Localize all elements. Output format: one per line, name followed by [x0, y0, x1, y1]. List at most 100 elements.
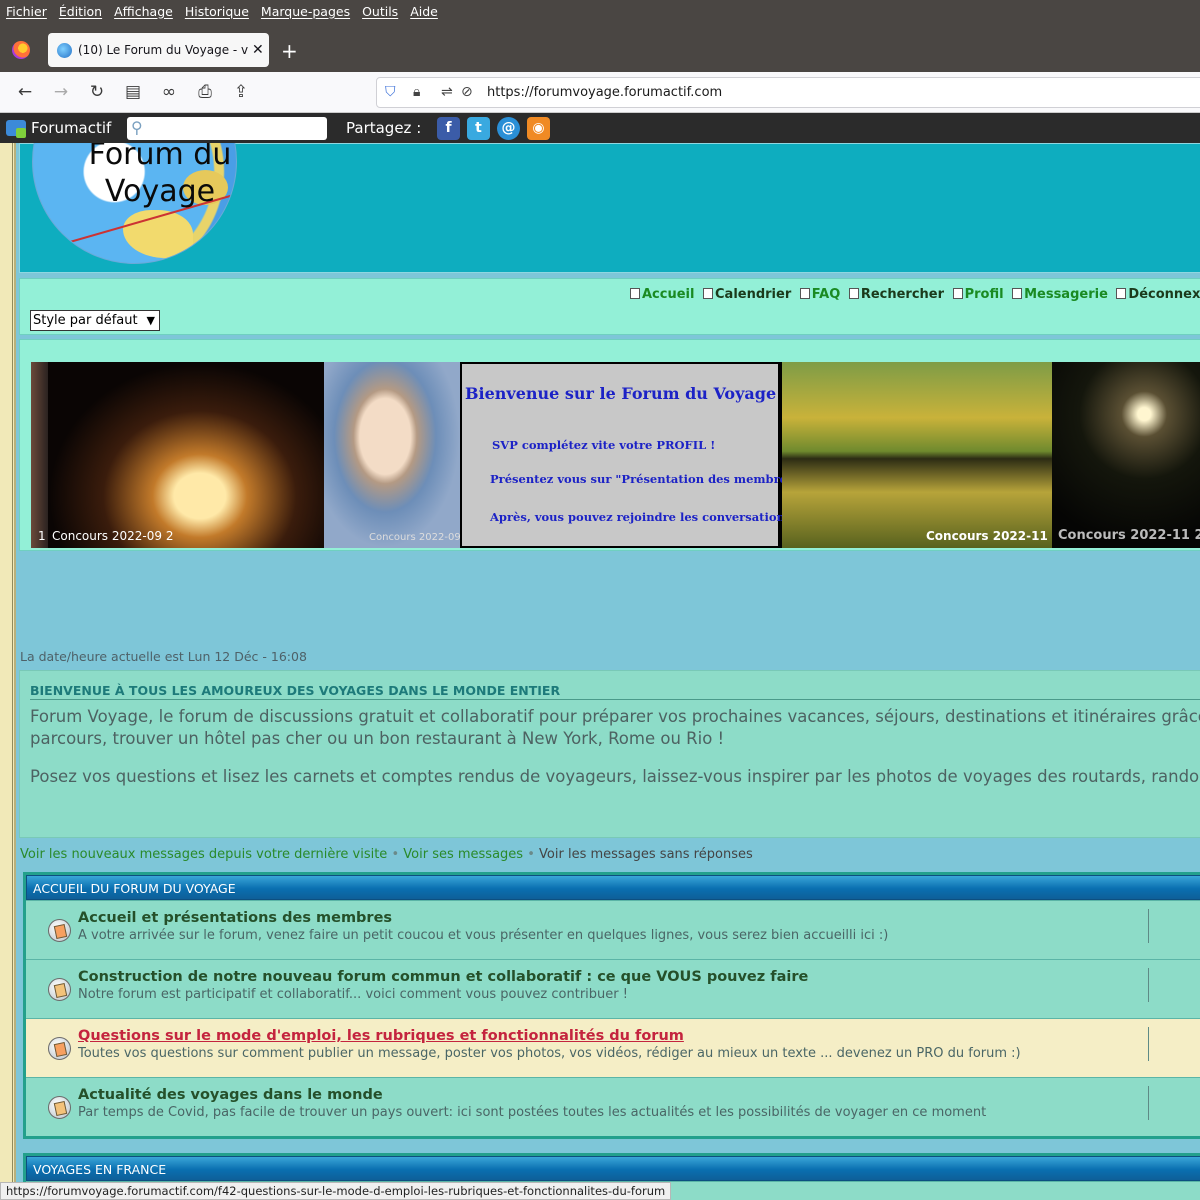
tab-strip: (10) Le Forum du Voyage - voyage ✕ +	[0, 22, 1200, 72]
site-title-line2: Voyage	[104, 174, 216, 209]
forward-arrow-icon[interactable]: →	[50, 81, 72, 103]
slide-photo: 1	[31, 362, 48, 548]
site-title[interactable]: Forum du Voyage	[75, 143, 245, 210]
forum-description: Notre forum est participatif et collabor…	[78, 987, 628, 1002]
column-divider	[1148, 968, 1149, 1002]
forum-row[interactable]: Construction de notre nouveau forum comm…	[26, 959, 1200, 1018]
new-tab-button[interactable]: +	[281, 39, 298, 63]
menu-edition[interactable]: Édition	[59, 4, 102, 19]
reload-icon[interactable]: ↻	[86, 81, 108, 103]
share-page-icon[interactable]: ⇪	[230, 81, 252, 103]
slide-caption: 1	[38, 529, 46, 543]
close-tab-icon[interactable]: ✕	[252, 42, 264, 58]
separator: •	[391, 847, 400, 862]
forum-title[interactable]: Construction de notre nouveau forum comm…	[78, 969, 808, 985]
share-label: Partagez :	[346, 119, 422, 137]
intro-heading: BIENVENUE À TOUS LES AMOUREUX DES VOYAGE…	[30, 683, 1200, 700]
email-icon[interactable]: @	[497, 117, 520, 140]
nav-faq[interactable]: FAQ	[799, 287, 840, 302]
forumactif-brand[interactable]: Forumactif	[31, 119, 111, 137]
status-bar-url: https://forumvoyage.forumactif.com/f42-q…	[0, 1182, 672, 1200]
url-text[interactable]: https://forumvoyage.forumactif.com	[487, 85, 722, 100]
menu-affichage[interactable]: Affichage	[114, 4, 173, 19]
quick-links: Voir les nouveaux messages depuis votre …	[20, 847, 753, 862]
left-border-stripe	[0, 143, 16, 1200]
intro-paragraph-line: Posez vos questions et lisez les carnets…	[30, 767, 1200, 786]
blocked-icon[interactable]: ⊘	[461, 84, 473, 100]
permissions-icon[interactable]: ⇌	[441, 84, 453, 100]
twitter-icon[interactable]: t	[467, 117, 490, 140]
forum-row[interactable]: Accueil et présentations des membres A v…	[26, 900, 1200, 959]
style-select[interactable]: Style par défaut ▼	[30, 310, 160, 331]
forum-title[interactable]: Actualité des voyages dans le monde	[78, 1087, 383, 1103]
tab-title: (10) Le Forum du Voyage - voyage	[78, 43, 248, 57]
slide-caption: Concours 2022-09 2	[52, 529, 174, 543]
forum-page: Forum du Voyage Accueil Calendrier FAQ R…	[0, 143, 1200, 1200]
rss-icon[interactable]: ◉	[527, 117, 550, 140]
slide-caption: Concours 2022-11 2	[1058, 528, 1200, 543]
navigation-panel: Accueil Calendrier FAQ Rechercher Profil…	[19, 278, 1200, 335]
menu-outils[interactable]: Outils	[362, 4, 398, 19]
nav-accueil[interactable]: Accueil	[630, 287, 694, 302]
forumactif-logo-icon[interactable]	[6, 120, 26, 138]
style-select-value: Style par défaut	[33, 313, 138, 328]
forumactif-bar: Forumactif ⚲ Partagez : f t @ ◉	[0, 113, 1200, 143]
private-mask-icon[interactable]: ∞	[158, 81, 180, 103]
nav-messagerie[interactable]: Messagerie	[1012, 287, 1108, 302]
search-icon[interactable]: ⚲	[131, 118, 143, 137]
menu-fichier[interactable]: Fichier	[6, 4, 47, 19]
forumactif-search-input[interactable]: ⚲	[127, 117, 327, 140]
own-messages-link[interactable]: Voir ses messages	[403, 847, 523, 862]
welcome-title: Bienvenue sur le Forum du Voyage	[465, 384, 777, 403]
nav-calendrier[interactable]: Calendrier	[703, 287, 791, 302]
facebook-icon[interactable]: f	[437, 117, 460, 140]
lock-icon[interactable]: 🔒︎	[413, 84, 420, 100]
nav-links: Accueil Calendrier FAQ Rechercher Profil…	[630, 287, 1200, 302]
reader-view-icon[interactable]: ▤	[122, 81, 144, 103]
print-icon[interactable]: ⎙	[194, 81, 216, 103]
forum-unread-icon	[48, 1037, 71, 1060]
welcome-line: Présentez vous sur "Présentation des mem…	[490, 472, 800, 486]
unanswered-messages-link[interactable]: Voir les messages sans réponses	[539, 847, 753, 862]
category-header[interactable]: VOYAGES EN FRANCE	[26, 1156, 1200, 1181]
forum-row-hovered[interactable]: Questions sur le mode d'emploi, les rubr…	[26, 1018, 1200, 1077]
forum-row[interactable]: Actualité des voyages dans le monde Par …	[26, 1077, 1200, 1136]
current-datetime: La date/heure actuelle est Lun 12 Déc - …	[20, 649, 307, 664]
nav-rechercher[interactable]: Rechercher	[848, 287, 944, 302]
slide-caption: Concours 2022-09 3	[369, 532, 460, 543]
menu-aide[interactable]: Aide	[410, 4, 438, 19]
profile-icon	[952, 288, 963, 299]
site-header: Forum du Voyage	[19, 143, 1200, 273]
welcome-line: Après, vous pouvez rejoindre les convers…	[490, 510, 792, 524]
new-messages-link[interactable]: Voir les nouveaux messages depuis votre …	[20, 847, 387, 862]
forum-title[interactable]: Accueil et présentations des membres	[78, 910, 392, 926]
category-header[interactable]: ACCUEIL DU FORUM DU VOYAGE	[26, 875, 1200, 900]
welcome-line: SVP complétez vite votre PROFIL !	[492, 438, 716, 452]
mail-icon	[1012, 288, 1023, 299]
calendar-icon	[703, 288, 713, 299]
slide-photo: Concours 2022-11 1	[782, 362, 1052, 548]
menu-historique[interactable]: Historique	[185, 4, 249, 19]
browser-tab[interactable]: (10) Le Forum du Voyage - voyage ✕	[48, 33, 269, 67]
nav-deconnexion[interactable]: Déconnexion [ M	[1116, 287, 1200, 302]
firefox-icon[interactable]	[12, 41, 30, 59]
forum-description: Par temps de Covid, pas facile de trouve…	[78, 1105, 987, 1120]
column-divider	[1148, 1086, 1149, 1120]
photo-banner[interactable]: 1 Concours 2022-09 2 Concours 2022-09 3 …	[31, 362, 1200, 548]
back-arrow-icon[interactable]: ←	[14, 81, 36, 103]
forum-read-icon	[48, 1096, 71, 1119]
shield-icon[interactable]: ⛉	[385, 84, 396, 100]
forum-description: Toutes vos questions sur comment publier…	[78, 1046, 1021, 1061]
nav-profil[interactable]: Profil	[952, 287, 1004, 302]
site-title-line1: Forum du	[88, 143, 232, 172]
intro-paragraph-line: Forum Voyage, le forum de discussions gr…	[30, 707, 1200, 726]
slide-caption: Concours 2022-11 1	[926, 529, 1052, 543]
slide-photo: Concours 2022-09 3	[324, 362, 460, 548]
menu-bar: Fichier Édition Affichage Historique Mar…	[0, 0, 1200, 22]
nav-toolbar: ← → ↻ ▤ ∞ ⎙ ⇪ ⛉ 🔒︎ ⇌ ⊘ https://forumvoya…	[0, 72, 1200, 113]
forum-title[interactable]: Questions sur le mode d'emploi, les rubr…	[78, 1028, 684, 1044]
search-icon	[848, 288, 859, 299]
url-bar[interactable]: ⛉ 🔒︎ ⇌ ⊘ https://forumvoyage.forumactif.…	[376, 77, 1200, 108]
forum-description: A votre arrivée sur le forum, venez fair…	[78, 928, 889, 943]
menu-marque-pages[interactable]: Marque-pages	[261, 4, 350, 19]
